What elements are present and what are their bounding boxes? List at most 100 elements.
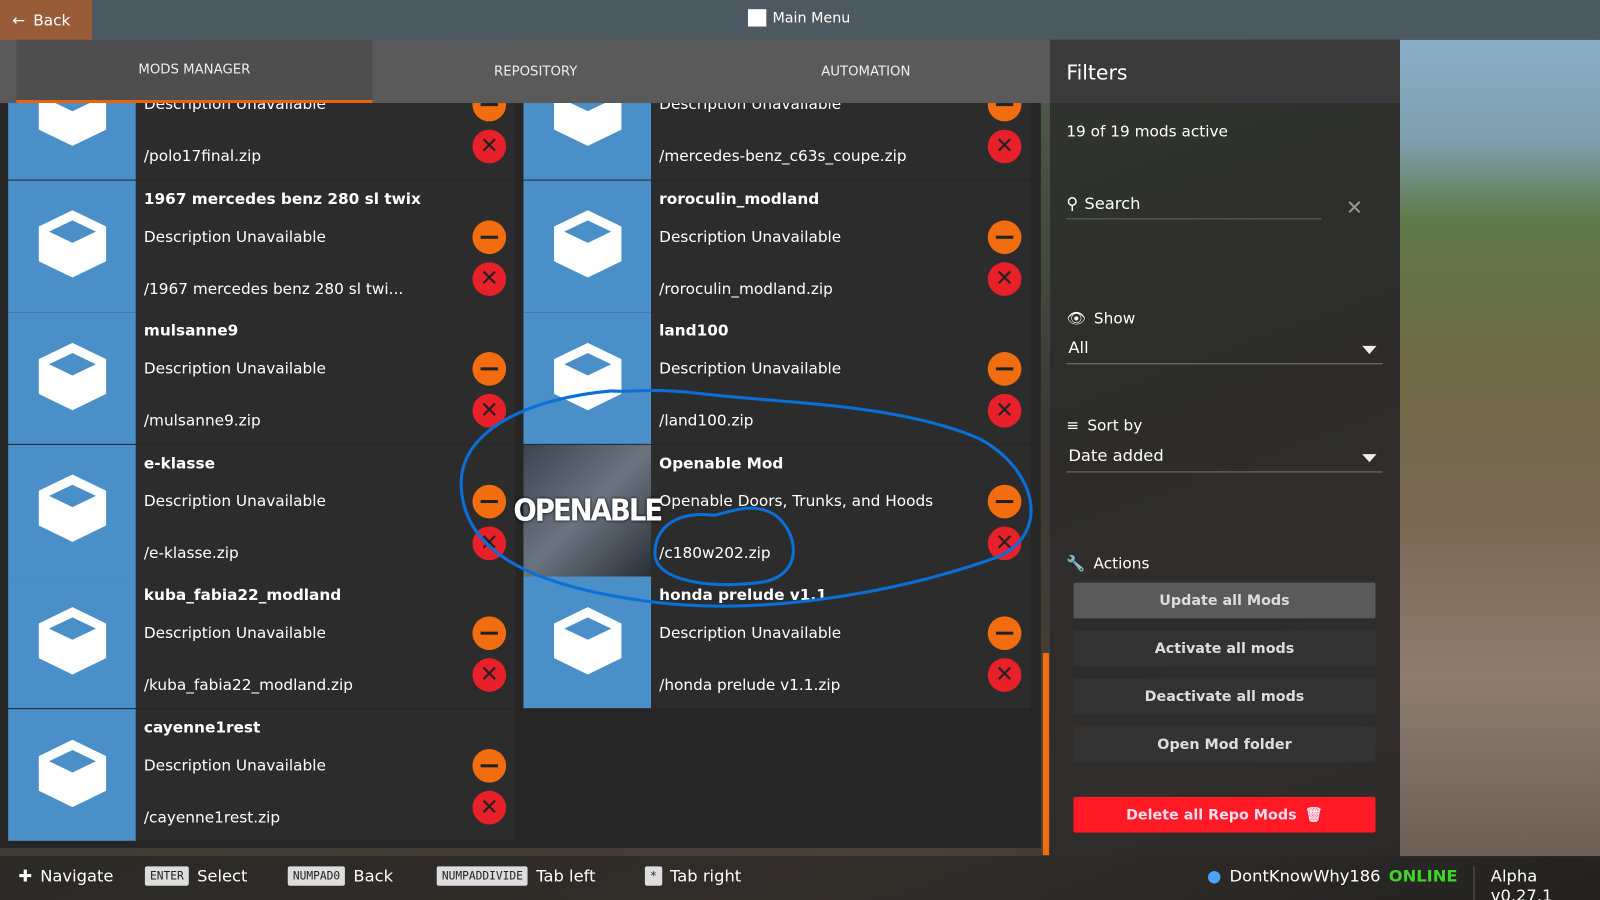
mod-card[interactable]: e-klasse Description Unavailable /e-klas… [8, 444, 516, 577]
delete-mod-button[interactable]: ✕ [987, 526, 1022, 560]
package-icon [549, 206, 625, 286]
deactivate-all-mods-button[interactable]: Deactivate all mods [1073, 678, 1376, 715]
mod-description: Description Unavailable [659, 623, 842, 643]
delete-mod-button[interactable]: ✕ [987, 129, 1022, 164]
mod-filename: /land100.zip [659, 411, 754, 430]
username: DontKnowWhy186 [1229, 866, 1381, 886]
active-count: 19 of 19 mods active [1066, 122, 1228, 141]
delete-mod-button[interactable]: ✕ [987, 394, 1022, 428]
mod-filename: /cayenne1rest.zip [143, 808, 281, 827]
eye-icon: 👁 [1066, 309, 1086, 328]
mod-card[interactable]: mulsanne9 Description Unavailable /mulsa… [8, 312, 516, 445]
delete-mod-button[interactable]: ✕ [472, 658, 507, 693]
package-icon [34, 603, 110, 683]
hint-select[interactable]: ENTER Select [144, 866, 248, 886]
mod-description: Description Unavailable [143, 756, 326, 775]
version: Alpha v0.27.1 [1473, 866, 1600, 900]
deactivate-mod-button[interactable] [472, 616, 507, 651]
hint-label: Tab right [670, 866, 742, 886]
sort-icon: ≡ [1066, 416, 1080, 435]
hint-back[interactable]: NUMPAD0 Back [287, 866, 394, 886]
filters-panel: Filters 19 of 19 mods active ⚲ Search ✕ … [1049, 39, 1400, 857]
delete-mod-button[interactable]: ✕ [987, 261, 1022, 296]
mod-card[interactable]: 1967 mercedes benz 280 sl twix Descripti… [8, 180, 516, 312]
deactivate-mod-button[interactable] [472, 103, 507, 122]
mod-name: cayenne1rest [143, 718, 261, 737]
sort-value: Date added [1068, 445, 1164, 466]
mod-thumbnail [523, 312, 652, 445]
back-button[interactable]: ← Back [0, 0, 92, 40]
mod-thumbnail [8, 444, 136, 577]
open-mod-folder-button[interactable]: Open Mod folder [1073, 726, 1376, 763]
deactivate-mod-button[interactable] [987, 219, 1022, 254]
deactivate-mod-button[interactable] [987, 103, 1022, 122]
show-dropdown[interactable]: All [1066, 338, 1383, 365]
deactivate-mod-button[interactable] [987, 616, 1022, 651]
mod-filename: /mulsanne9.zip [143, 411, 261, 430]
mod-card[interactable]: roroculin_modland Description Unavailabl… [523, 180, 1031, 312]
hint-label: Select [197, 866, 248, 886]
mod-card[interactable]: cayenne1rest Description Unavailable /ca… [8, 709, 516, 841]
mod-card[interactable]: honda prelude v1.1 Description Unavailab… [523, 576, 1031, 709]
show-label: 👁 Show [1066, 309, 1135, 327]
delete-mod-button[interactable]: ✕ [472, 261, 507, 296]
mod-list[interactable]: Description Unavailable /polo17final.zip… [0, 103, 1041, 848]
search-input[interactable]: ⚲ Search [1066, 189, 1322, 220]
mod-description: Description Unavailable [659, 359, 842, 378]
delete-mod-button[interactable]: ✕ [472, 129, 507, 164]
user-status[interactable]: ● DontKnowWhy186 ONLINE [1207, 866, 1457, 885]
delete-mod-button[interactable]: ✕ [472, 790, 507, 825]
package-icon [34, 338, 110, 418]
delete-mod-button[interactable]: ✕ [472, 526, 507, 560]
clear-search-icon[interactable]: ✕ [1346, 195, 1363, 219]
deactivate-mod-button[interactable] [472, 352, 507, 386]
delete-mod-button[interactable]: ✕ [472, 394, 507, 428]
mod-description: Description Unavailable [659, 103, 842, 114]
tab-repository[interactable]: REPOSITORY [372, 40, 699, 103]
deactivate-mod-button[interactable] [987, 484, 1022, 519]
deactivate-mod-button[interactable] [472, 484, 507, 519]
search-icon: ⚲ [1066, 193, 1079, 214]
dpad-icon: ✚ [18, 866, 33, 886]
update-all-mods-button[interactable]: Update all Mods [1073, 582, 1376, 619]
sort-dropdown[interactable]: Date added [1066, 445, 1383, 473]
main-menu-button[interactable]: Main Menu [747, 9, 850, 27]
bottom-bar: ✚ Navigate ENTER Select NUMPAD0 Back NUMPAD… [0, 856, 1600, 900]
activate-all-mods-button[interactable]: Activate all mods [1073, 630, 1376, 667]
actions-label: 🔧 Actions [1066, 554, 1149, 572]
trash-icon: 🗑 [1304, 806, 1323, 823]
tab-mods-manager[interactable]: MODS MANAGER [16, 39, 373, 104]
scrollbar[interactable] [1042, 653, 1049, 856]
package-icon [34, 206, 110, 286]
key-badge: NUMPAD0 [287, 866, 346, 886]
steam-icon: ● [1207, 866, 1222, 886]
mod-description: Description Unavailable [659, 227, 842, 246]
actions-text: Actions [1093, 554, 1150, 573]
wrench-icon: 🔧 [1066, 554, 1086, 573]
hint-label: Tab left [536, 866, 596, 886]
hint-tab-right[interactable]: * Tab right [644, 866, 742, 886]
delete-all-repo-mods-button[interactable]: Delete all Repo Mods 🗑 [1073, 796, 1376, 833]
hint-tab-left[interactable]: NUMPADDIVIDE Tab left [436, 866, 596, 886]
package-icon [34, 735, 110, 815]
mod-card[interactable]: land100 Description Unavailable /land100… [523, 312, 1031, 445]
mod-card[interactable]: Description Unavailable /mercedes-benz_c… [523, 103, 1031, 180]
tab-automation[interactable]: AUTOMATION [699, 40, 1033, 103]
mod-name: mulsanne9 [143, 321, 239, 340]
mod-name: kuba_fabia22_modland [143, 586, 342, 605]
deactivate-mod-button[interactable] [472, 219, 507, 254]
tab-bar: MODS MANAGER REPOSITORY AUTOMATION [0, 39, 1050, 104]
mod-card[interactable]: kuba_fabia22_modland Description Unavail… [8, 576, 516, 709]
deactivate-mod-button[interactable] [472, 748, 507, 783]
mod-card[interactable]: OPENABLE Openable Mod Openable Doors, Tru… [513, 444, 1031, 577]
hint-label: Back [353, 866, 394, 886]
mod-filename: /honda prelude v1.1.zip [659, 675, 841, 695]
mod-description: Description Unavailable [143, 623, 326, 643]
key-badge: NUMPADDIVIDE [436, 866, 529, 886]
mod-name: roroculin_modland [659, 189, 820, 208]
mod-card[interactable]: Description Unavailable /polo17final.zip… [8, 103, 516, 180]
chevron-down-icon [1362, 345, 1377, 355]
delete-mod-button[interactable]: ✕ [987, 658, 1022, 693]
arrow-left-icon: ← [12, 10, 26, 30]
deactivate-mod-button[interactable] [987, 352, 1022, 386]
